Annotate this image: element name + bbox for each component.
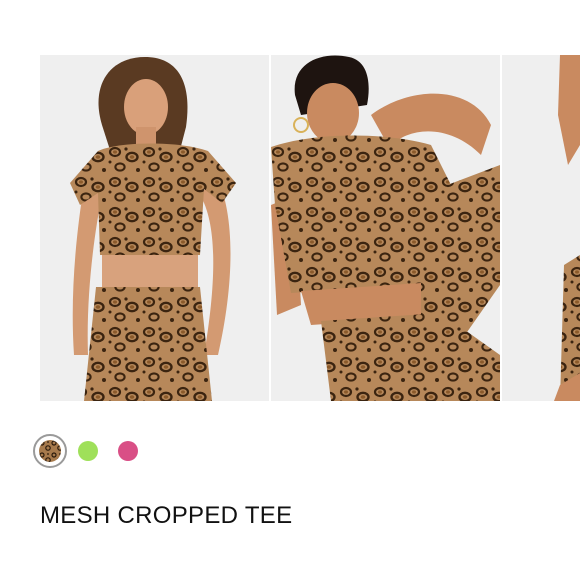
swatch-green[interactable] <box>78 441 98 461</box>
swatch-pink[interactable] <box>118 441 138 461</box>
product-title: MESH CROPPED TEE <box>40 502 293 529</box>
leopard-swatch-pattern <box>39 440 61 462</box>
swatch-leopard-selected[interactable] <box>33 434 67 468</box>
product-image-gallery <box>40 55 580 401</box>
product-image-2[interactable] <box>271 55 500 401</box>
product-image-3[interactable] <box>502 55 580 401</box>
product-image-1[interactable] <box>40 55 269 401</box>
